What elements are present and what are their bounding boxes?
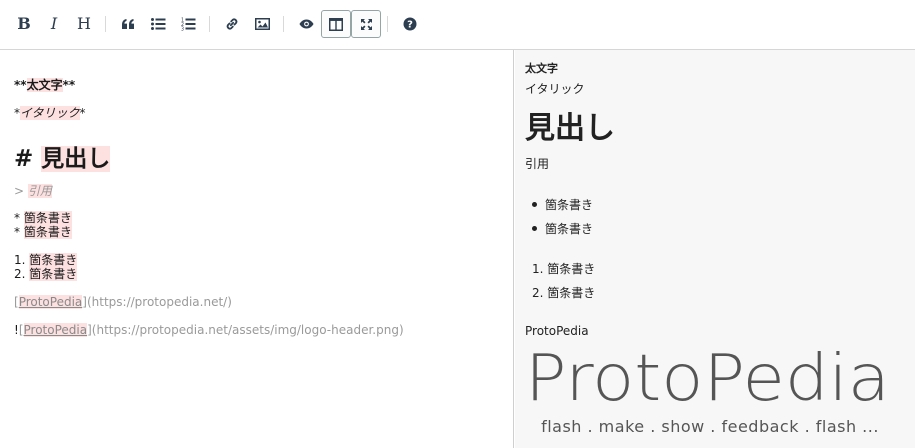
quote-button[interactable] — [113, 10, 143, 38]
numbered-list-icon: 123 — [181, 18, 195, 32]
preview-bullet-dot — [532, 226, 537, 231]
editor-line-bullet: * 箇条書き — [14, 211, 72, 225]
link-button[interactable] — [217, 10, 247, 38]
svg-text:3: 3 — [181, 27, 184, 32]
editor-line-bullet: * 箇条書き — [14, 225, 72, 239]
editor-line-numbered: 2. 箇条書き — [14, 267, 78, 281]
protopedia-logo: ProtoPedia flash . make . show . feedbac… — [525, 345, 890, 436]
preview-button[interactable] — [291, 10, 321, 38]
side-by-side-button[interactable] — [321, 10, 351, 38]
italic-button[interactable]: I — [39, 10, 69, 38]
editor-line-image: ![ProtoPedia](https://protopedia.net/ass… — [14, 323, 404, 337]
link-icon — [226, 18, 238, 30]
toolbar-separator — [105, 16, 106, 32]
heading-button[interactable]: H — [69, 10, 99, 38]
logo-wordmark: ProtoPedia — [525, 345, 890, 416]
preview-link[interactable]: ProtoPedia — [525, 324, 589, 338]
markdown-preview: 太文字 イタリック 見出し 引用 箇条書き 箇条書き 1. 箇条書き 2. 箇条… — [515, 50, 915, 448]
bullet-list-icon — [150, 18, 165, 30]
preview-italic-text: イタリック — [525, 82, 585, 96]
quote-icon — [122, 19, 134, 29]
preview-bullet-item: 箇条書き — [545, 198, 594, 212]
editor-line-bold: **太文字** — [14, 78, 76, 92]
image-icon — [254, 18, 270, 30]
preview-numbered-item: 1. 箇条書き — [532, 262, 596, 276]
preview-bullet-item: 箇条書き — [545, 222, 594, 236]
bold-icon: B — [17, 14, 31, 33]
preview-heading: 見出し — [525, 111, 615, 146]
editor-line-heading: # 見出し — [14, 146, 111, 172]
editor-line-italic: *イタリック* — [14, 106, 86, 120]
preview-bullet-dot — [532, 202, 537, 207]
editor-line-link: [ProtoPedia](https://protopedia.net/) — [14, 295, 232, 309]
image-button[interactable] — [247, 10, 277, 38]
bold-button[interactable]: B — [9, 10, 39, 38]
columns-icon — [329, 17, 343, 31]
svg-text:?: ? — [407, 20, 413, 31]
fullscreen-button[interactable] — [351, 10, 381, 38]
editor-line-quote: > 引用 — [14, 184, 52, 198]
question-circle-icon: ? — [403, 17, 417, 31]
unordered-list-button[interactable] — [143, 10, 173, 38]
ordered-list-button[interactable]: 123 — [173, 10, 203, 38]
expand-icon — [360, 18, 372, 30]
toolbar-separator — [387, 16, 388, 32]
italic-icon: I — [50, 14, 58, 33]
guide-button[interactable]: ? — [395, 10, 425, 38]
toolbar-separator — [283, 16, 284, 32]
editor-toolbar: B I H 123 ? — [0, 0, 915, 50]
preview-numbered-item: 2. 箇条書き — [532, 286, 596, 300]
markdown-editor[interactable]: **太文字** *イタリック* # 見出し > 引用 * 箇条書き * 箇条書き… — [0, 50, 514, 448]
editor-line-numbered: 1. 箇条書き — [14, 253, 78, 267]
preview-quote: 引用 — [525, 157, 550, 171]
heading-icon: H — [77, 14, 91, 33]
preview-bold-text: 太文字 — [525, 62, 558, 75]
eye-icon — [299, 19, 313, 29]
toolbar-separator — [209, 16, 210, 32]
logo-tagline: flash . make . show . feedback . flash .… — [541, 417, 879, 436]
